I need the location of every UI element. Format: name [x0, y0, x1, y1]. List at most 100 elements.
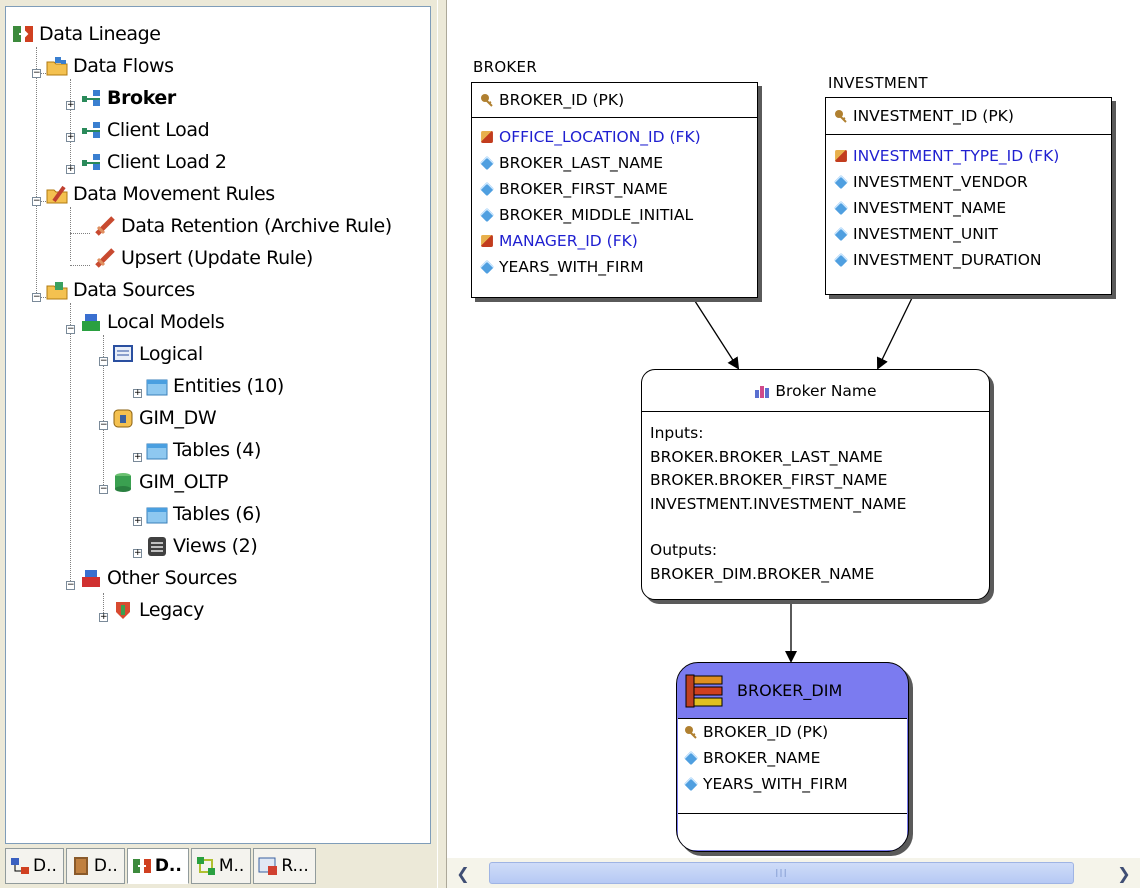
tree-node-gim-oltp[interactable]: GIM_OLTP — [112, 467, 228, 497]
tree-node-logical[interactable]: Logical — [112, 339, 203, 369]
data-lineage-diagram[interactable]: BROKER BROKER_ID (PK) OFFICE_LOCATION_ID… — [447, 0, 1140, 858]
tree-node-client-load-2[interactable]: Client Load 2 — [80, 147, 227, 177]
legacy-source-icon — [112, 599, 134, 621]
folder-entities-icon — [146, 375, 168, 397]
attribute-row[interactable]: INVESTMENT_UNIT — [826, 221, 1111, 247]
collapse-toggle[interactable]: − — [99, 357, 108, 366]
collapse-toggle[interactable]: − — [32, 293, 41, 302]
tree-node-legacy[interactable]: Legacy — [112, 595, 204, 625]
tree-node-data-retention[interactable]: Data Retention (Archive Rule) — [94, 211, 392, 241]
collapse-toggle[interactable]: − — [99, 485, 108, 494]
tree-node-gim-dw[interactable]: GIM_DW — [112, 403, 217, 433]
key-icon — [684, 725, 698, 739]
tab-data-dictionary[interactable]: D.. — [65, 848, 125, 884]
horizontal-scrollbar[interactable]: ❮ III ❯ — [447, 858, 1140, 888]
primary-key-row[interactable]: BROKER_ID (PK) — [472, 83, 757, 117]
scroll-right-button[interactable]: ❯ — [1112, 861, 1136, 885]
tree-node-upsert[interactable]: Upsert (Update Rule) — [94, 243, 313, 273]
expand-toggle[interactable]: + — [66, 101, 75, 110]
attribute-row[interactable]: YEARS_WITH_FIRM — [678, 771, 907, 797]
tree-node-broker[interactable]: Broker — [80, 83, 176, 113]
attribute-row[interactable]: INVESTMENT_TYPE_ID (FK) — [826, 143, 1111, 169]
tree-label: Data Flows — [73, 55, 174, 77]
tree-label: Data Lineage — [39, 23, 161, 45]
tab-data-lineage[interactable]: D.. — [126, 848, 189, 884]
foreign-key-icon — [481, 131, 493, 143]
attribute-name: INVESTMENT_DURATION — [853, 251, 1042, 269]
tree-node-local-models[interactable]: Local Models — [80, 307, 225, 337]
tree-node-client-load[interactable]: Client Load — [80, 115, 210, 145]
tree-label: Local Models — [107, 311, 225, 333]
primary-key-row[interactable]: BROKER_ID (PK) — [678, 719, 907, 745]
attribute-row[interactable]: OFFICE_LOCATION_ID (FK) — [472, 124, 757, 150]
tree-connector — [36, 47, 37, 297]
attribute-row[interactable]: BROKER_NAME — [678, 745, 907, 771]
tree-node-tables-4[interactable]: Tables (4) — [146, 435, 261, 465]
expand-toggle[interactable]: + — [66, 133, 75, 142]
foreign-key-icon — [835, 150, 847, 162]
folder-rule-icon — [46, 183, 68, 205]
tab-data-model[interactable]: D.. — [5, 848, 64, 884]
transformation-body: Inputs: BROKER.BROKER_LAST_NAME BROKER.B… — [642, 412, 989, 596]
collapse-toggle[interactable]: − — [99, 421, 108, 430]
tab-repository[interactable]: R... — [253, 848, 316, 884]
tree-connector — [70, 79, 71, 173]
broker-entity[interactable]: BROKER_ID (PK) OFFICE_LOCATION_ID (FK) B… — [471, 82, 758, 298]
collapse-toggle[interactable]: − — [66, 325, 75, 334]
target-attributes: BROKER_ID (PK) BROKER_NAME YEARS_WITH_FI… — [678, 718, 907, 850]
attribute-row[interactable]: BROKER_FIRST_NAME — [472, 176, 757, 202]
expand-toggle[interactable]: + — [133, 517, 142, 526]
scroll-left-button[interactable]: ❮ — [451, 861, 475, 885]
attribute-row[interactable]: INVESTMENT_DURATION — [826, 247, 1111, 273]
broker-dim-entity[interactable]: BROKER_DIM BROKER_ID (PK) BROKER_NAME YE… — [676, 662, 909, 852]
attribute-row[interactable]: INVESTMENT_NAME — [826, 195, 1111, 221]
primary-key-row[interactable]: INVESTMENT_ID (PK) — [826, 98, 1111, 134]
tree-label: GIM_OLTP — [139, 471, 229, 493]
data-lineage-tree[interactable]: − + + + − − − − + − + − + + − + Data Lin… — [5, 6, 431, 844]
tree-label: Legacy — [139, 599, 204, 621]
investment-entity[interactable]: INVESTMENT_ID (PK) INVESTMENT_TYPE_ID (F… — [825, 97, 1112, 295]
tree-connector — [70, 207, 71, 261]
data-lineage-icon — [12, 23, 34, 45]
input-item: BROKER.BROKER_FIRST_NAME — [650, 471, 888, 489]
transformation-broker-name[interactable]: Broker Name Inputs: BROKER.BROKER_LAST_N… — [641, 369, 990, 600]
expand-toggle[interactable]: + — [99, 613, 108, 622]
tree-node-data-movement-rules[interactable]: Data Movement Rules — [46, 179, 275, 209]
tree-node-data-lineage[interactable]: Data Lineage — [12, 19, 161, 49]
outputs-label: Outputs: — [650, 541, 718, 559]
tab-label: D.. — [93, 856, 118, 876]
tree-node-entities[interactable]: Entities (10) — [146, 371, 284, 401]
pane-splitter[interactable] — [437, 0, 447, 888]
tree-node-data-flows[interactable]: Data Flows — [46, 51, 174, 81]
database-icon — [112, 471, 134, 493]
expand-toggle[interactable]: + — [133, 389, 142, 398]
expand-toggle[interactable]: + — [133, 549, 142, 558]
other-sources-icon — [80, 567, 102, 589]
expand-toggle[interactable]: + — [133, 453, 142, 462]
transformation-icon — [754, 383, 772, 399]
lineage-arrow — [876, 297, 913, 370]
attribute-name: BROKER_NAME — [703, 749, 821, 767]
collapse-toggle[interactable]: − — [32, 69, 41, 78]
tree-node-data-sources[interactable]: Data Sources — [46, 275, 195, 305]
collapse-toggle[interactable]: − — [66, 581, 75, 590]
attribute-name: BROKER_MIDDLE_INITIAL — [499, 206, 694, 224]
scroll-thumb[interactable]: III — [489, 862, 1074, 884]
tree-node-tables-6[interactable]: Tables (6) — [146, 499, 261, 529]
attribute-row[interactable]: MANAGER_ID (FK) — [472, 228, 757, 254]
attribute-name: YEARS_WITH_FIRM — [703, 775, 848, 793]
data-model-icon — [10, 856, 30, 876]
attribute-icon — [833, 252, 849, 268]
tree-node-views-2[interactable]: Views (2) — [146, 531, 258, 561]
local-models-icon — [80, 311, 102, 333]
attribute-row[interactable]: INVESTMENT_VENDOR — [826, 169, 1111, 195]
collapse-toggle[interactable]: − — [32, 197, 41, 206]
expand-toggle[interactable]: + — [66, 165, 75, 174]
attribute-list: OFFICE_LOCATION_ID (FK) BROKER_LAST_NAME… — [472, 118, 757, 280]
attribute-row[interactable]: YEARS_WITH_FIRM — [472, 254, 757, 280]
attribute-row[interactable]: BROKER_MIDDLE_INITIAL — [472, 202, 757, 228]
tree-connector — [70, 303, 71, 585]
tree-node-other-sources[interactable]: Other Sources — [80, 563, 237, 593]
tab-macro-toolbox[interactable]: M.. — [190, 848, 252, 884]
attribute-row[interactable]: BROKER_LAST_NAME — [472, 150, 757, 176]
